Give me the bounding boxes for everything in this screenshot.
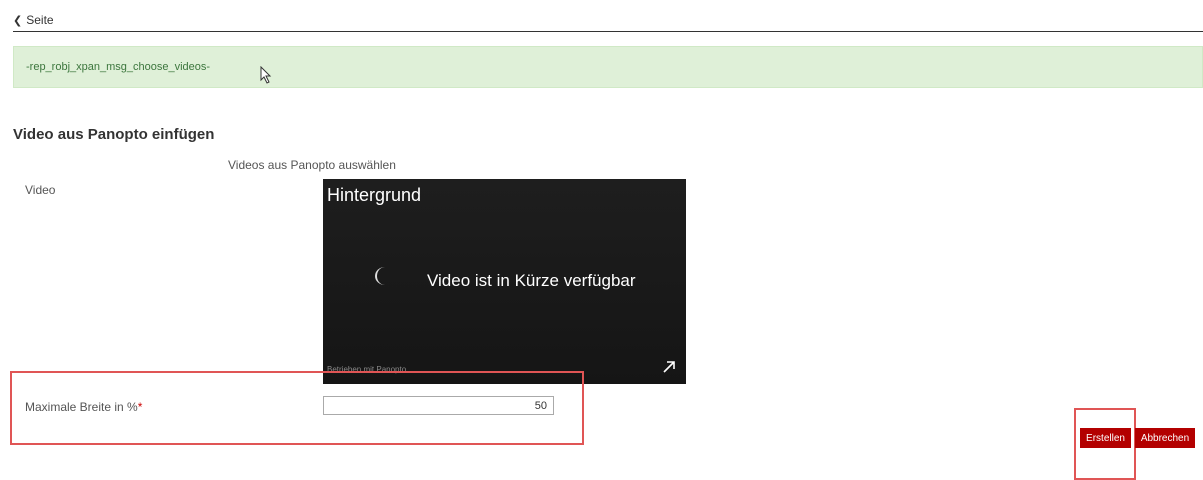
required-marker: * [137,400,143,414]
video-status-text: Video ist in Kürze verfügbar [427,271,636,290]
back-link[interactable]: ❮ Seite [13,13,54,27]
max-width-input[interactable] [323,396,554,415]
divider [13,31,1203,32]
powered-by-text: Betrieben mit Panopto [327,365,407,374]
create-button[interactable]: Erstellen [1080,428,1131,448]
info-message-text: -rep_robj_xpan_msg_choose_videos- [26,61,211,73]
max-width-label-text: Maximale Breite in % [25,400,138,414]
max-width-label: Maximale Breite in %* [25,400,142,414]
form-info-text: Videos aus Panopto auswählen [228,158,396,172]
info-message: -rep_robj_xpan_msg_choose_videos- [13,46,1203,88]
chevron-left-icon: ❮ [13,14,23,27]
cancel-button[interactable]: Abbrechen [1135,428,1195,448]
form-title: Video aus Panopto einfügen [13,126,215,143]
loading-spinner-icon [375,267,395,285]
video-title: Hintergrund [327,185,422,205]
video-label: Video [25,183,56,197]
expand-icon[interactable] [662,360,676,374]
back-link-label: Seite [26,13,54,27]
video-player[interactable]: Hintergrund Video ist in Kürze verfügbar… [323,179,686,384]
mouse-cursor-icon [260,66,272,84]
